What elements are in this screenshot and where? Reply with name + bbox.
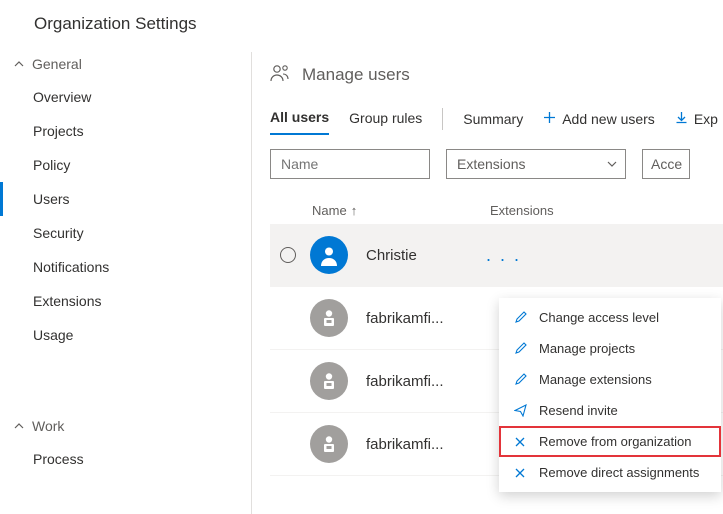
summary-button[interactable]: Summary [463,111,523,127]
close-icon [513,436,527,448]
page-title: Organization Settings [0,0,723,52]
sidebar-item-security[interactable]: Security [0,216,251,250]
chevron-up-icon [14,59,24,69]
export-button[interactable]: Exp [675,111,718,127]
menu-resend-invite[interactable]: Resend invite [499,395,721,426]
avatar [310,362,348,400]
name-filter-input[interactable] [270,149,430,179]
avatar [310,236,348,274]
context-menu: Change access level Manage projects Mana… [499,298,721,492]
avatar [310,299,348,337]
user-name: fabrikamfi... [366,436,478,453]
row-select-radio[interactable] [280,247,296,263]
sidebar-item-projects[interactable]: Projects [0,114,251,148]
download-icon [675,111,688,127]
main-header-title: Manage users [302,65,410,85]
chevron-up-icon [14,421,24,431]
access-filter-dropdown[interactable]: Acce [642,149,690,179]
sidebar-item-overview[interactable]: Overview [0,80,251,114]
divider [442,108,443,130]
menu-change-access-level[interactable]: Change access level [499,302,721,333]
sort-ascending-icon: ↑ [351,203,358,218]
sidebar-item-users[interactable]: Users [0,182,251,216]
pencil-icon [513,311,527,324]
add-new-users-button[interactable]: Add new users [543,111,655,127]
pencil-icon [513,373,527,386]
more-actions-button[interactable]: . . . [478,245,529,266]
people-icon [270,64,292,85]
tab-group-rules[interactable]: Group rules [349,104,422,134]
sidebar-item-process[interactable]: Process [0,442,251,476]
user-name: Christie [366,247,478,264]
close-icon [513,467,527,479]
sidebar-section-general[interactable]: General [0,52,251,80]
sidebar-item-usage[interactable]: Usage [0,318,251,352]
sidebar-item-extensions[interactable]: Extensions [0,284,251,318]
menu-remove-direct-assignments[interactable]: Remove direct assignments [499,457,721,488]
user-name: fabrikamfi... [366,310,478,327]
chevron-down-icon [607,156,617,172]
user-name: fabrikamfi... [366,373,478,390]
sidebar-section-label: General [32,56,82,72]
sidebar: General Overview Projects Policy Users S… [0,52,252,514]
menu-manage-extensions[interactable]: Manage extensions [499,364,721,395]
main-content: Manage users All users Group rules Summa… [252,52,723,514]
sidebar-section-work[interactable]: Work [0,414,251,442]
sidebar-section-label: Work [32,418,64,434]
avatar [310,425,348,463]
menu-remove-from-organization[interactable]: Remove from organization [499,426,721,457]
send-icon [513,404,527,417]
menu-manage-projects[interactable]: Manage projects [499,333,721,364]
column-header-name[interactable]: Name ↑ [312,203,490,218]
tab-all-users[interactable]: All users [270,103,329,135]
sidebar-item-policy[interactable]: Policy [0,148,251,182]
column-header-extensions[interactable]: Extensions [490,203,554,218]
pencil-icon [513,342,527,355]
user-row[interactable]: Christie . . . [270,224,723,287]
plus-icon [543,111,556,127]
sidebar-item-notifications[interactable]: Notifications [0,250,251,284]
extensions-filter-dropdown[interactable]: Extensions [446,149,626,179]
